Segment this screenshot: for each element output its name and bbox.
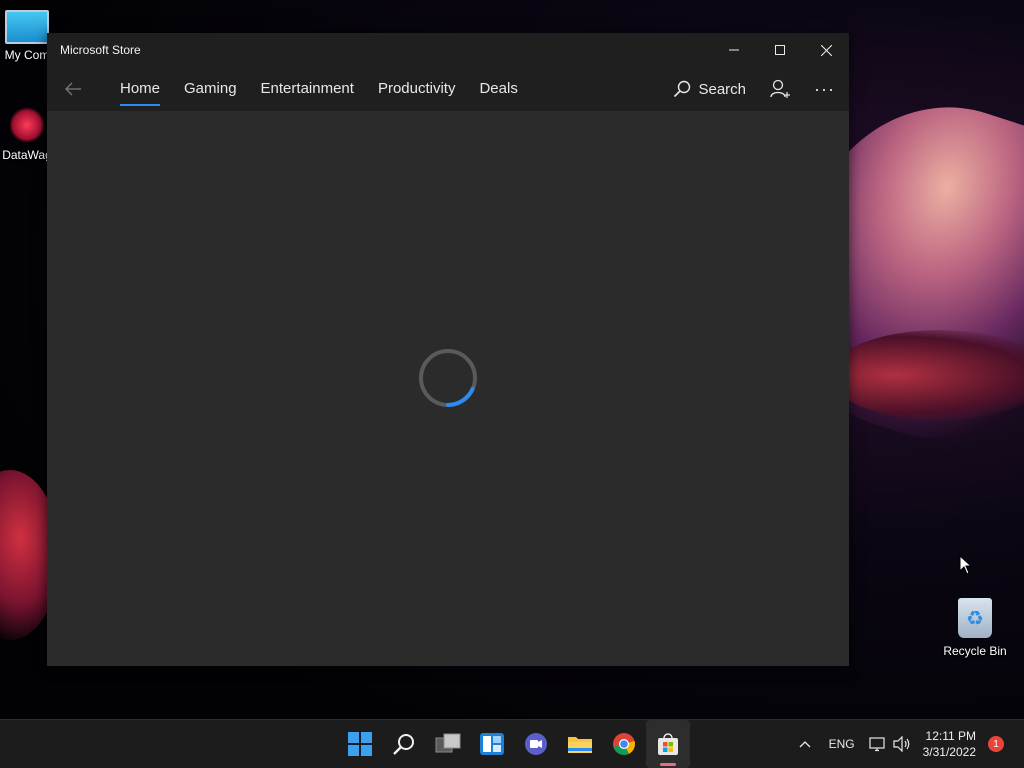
window-controls [711, 33, 849, 67]
clock-time: 12:11 PM [925, 729, 976, 743]
volume-button[interactable] [893, 736, 911, 752]
network-button[interactable] [869, 736, 887, 752]
chat-icon [525, 733, 547, 755]
back-arrow-icon [65, 82, 81, 96]
teams-chat-button[interactable] [514, 720, 558, 768]
chrome-button[interactable] [602, 720, 646, 768]
system-tray: ENG 12:11 PM 3/31/2022 1 [799, 720, 1024, 768]
file-explorer-button[interactable] [558, 720, 602, 768]
tab-entertainment[interactable]: Entertainment [249, 67, 366, 111]
datawag-icon [10, 106, 44, 144]
back-button[interactable] [52, 82, 94, 96]
desktop-icon-label: My Com [4, 48, 50, 62]
tab-productivity[interactable]: Productivity [366, 67, 468, 111]
more-options-button[interactable]: ··· [814, 79, 835, 100]
search-icon [674, 80, 691, 98]
search-icon [393, 734, 414, 755]
language-indicator[interactable]: ENG [829, 737, 855, 751]
start-button[interactable] [338, 720, 382, 768]
desktop-icon-datawag[interactable]: DataWag [2, 106, 52, 162]
windows-logo-icon [348, 732, 372, 756]
maximize-button[interactable] [757, 33, 803, 67]
ellipsis-icon: ··· [814, 78, 835, 99]
store-content [47, 111, 849, 666]
close-icon [820, 44, 832, 56]
chrome-icon [613, 733, 635, 755]
desktop-icon-recycle-bin[interactable]: Recycle Bin [940, 598, 1010, 658]
mouse-cursor-icon [959, 555, 973, 575]
network-icon [869, 737, 885, 752]
widgets-button[interactable] [470, 720, 514, 768]
add-user-icon [770, 79, 791, 98]
minimize-button[interactable] [711, 33, 757, 67]
desktop-icon-label: DataWag [2, 148, 52, 162]
chevron-up-icon [799, 741, 811, 748]
tab-deals[interactable]: Deals [467, 67, 529, 111]
notification-badge[interactable]: 1 [988, 736, 1004, 752]
desktop-icon-label: Recycle Bin [943, 644, 1007, 658]
loading-spinner [419, 349, 477, 407]
clock[interactable]: 12:11 PM 3/31/2022 [923, 728, 976, 760]
nav-tabs: Home Gaming Entertainment Productivity D… [108, 67, 530, 111]
store-nav-bar: Home Gaming Entertainment Productivity D… [47, 67, 849, 111]
show-hidden-icons-button[interactable] [799, 740, 811, 748]
account-button[interactable] [770, 79, 792, 99]
window-title: Microsoft Store [60, 43, 141, 57]
title-bar[interactable]: Microsoft Store [47, 33, 849, 67]
store-icon [658, 733, 678, 755]
task-view-button[interactable] [426, 720, 470, 768]
recycle-bin-icon [958, 598, 992, 638]
minimize-icon [729, 49, 739, 51]
volume-icon [893, 736, 909, 752]
tab-home[interactable]: Home [108, 67, 172, 111]
clock-date: 3/31/2022 [922, 745, 976, 759]
widgets-icon [480, 733, 504, 755]
folder-icon [568, 737, 592, 753]
taskbar: ENG 12:11 PM 3/31/2022 1 [0, 719, 1024, 768]
store-window: Microsoft Store Home Gaming Entertainmen… [47, 33, 849, 666]
microsoft-store-button[interactable] [646, 720, 690, 768]
taskbar-search-button[interactable] [382, 720, 426, 768]
nav-actions: Search ··· [673, 67, 849, 111]
taskbar-apps [338, 720, 690, 768]
monitor-icon [5, 10, 49, 44]
close-button[interactable] [803, 33, 849, 67]
maximize-icon [775, 45, 785, 55]
task-view-icon [435, 733, 461, 753]
desktop-icon-my-computer[interactable]: My Com [2, 10, 52, 62]
search-label: Search [698, 80, 747, 98]
tab-gaming[interactable]: Gaming [172, 67, 249, 111]
search-button[interactable]: Search [673, 80, 746, 98]
